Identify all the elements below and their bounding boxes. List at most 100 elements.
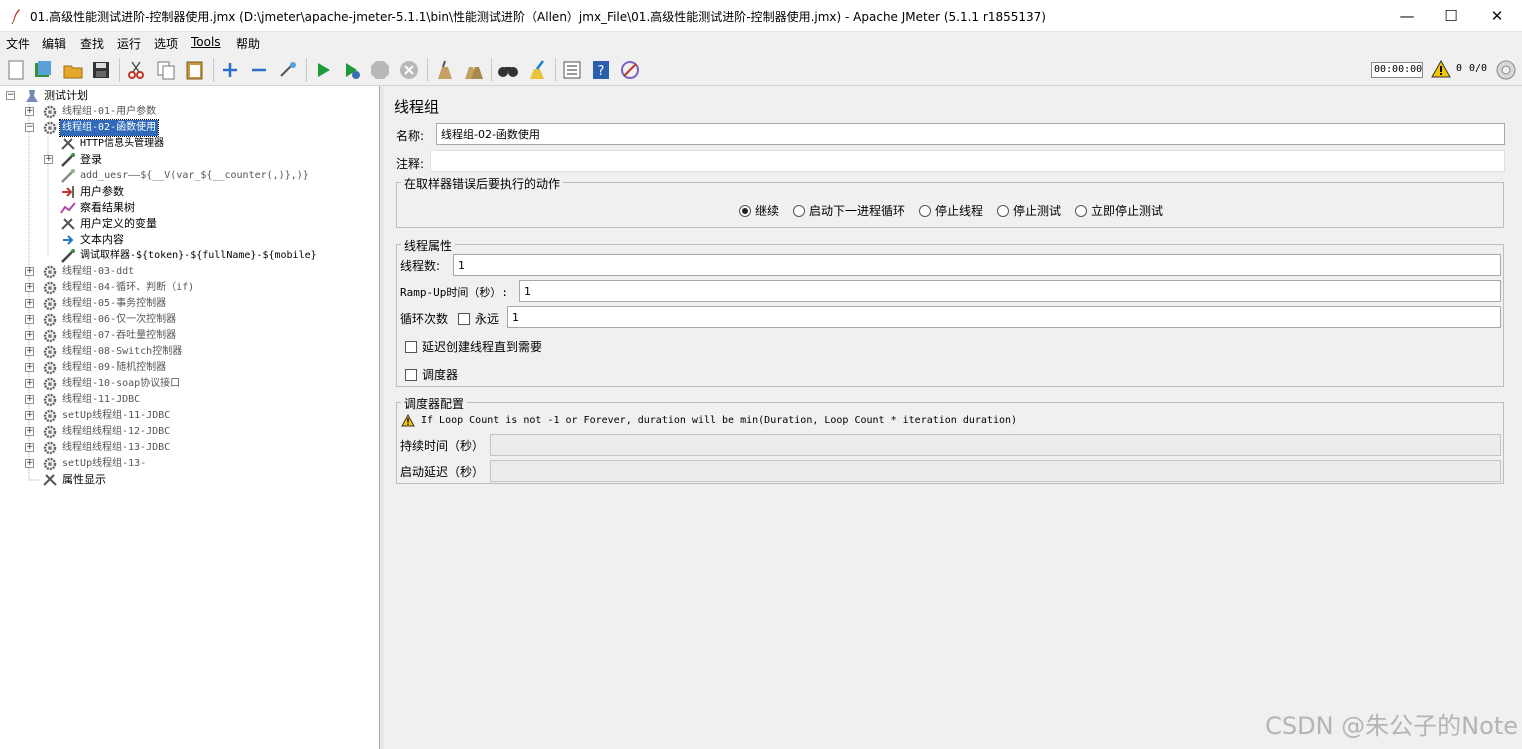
child-expand-toggle[interactable]: + — [44, 155, 53, 164]
clear-icon[interactable] — [433, 59, 455, 81]
menu-file[interactable]: 文件 — [6, 35, 30, 52]
open-icon[interactable] — [62, 59, 84, 81]
gear-icon — [43, 313, 57, 327]
group-expand-toggle[interactable]: + — [25, 443, 34, 452]
root-collapse-toggle[interactable]: − — [6, 91, 15, 100]
thread-group-panel: 线程组 名称: 注释: 在取样器错误后要执行的动作 继续 启动下一进程循环 停止… — [384, 86, 1522, 749]
save-icon[interactable] — [90, 59, 112, 81]
group-collapse-toggle[interactable]: − — [25, 123, 34, 132]
menu-help[interactable]: 帮助 — [236, 35, 260, 52]
menu-run[interactable]: 运行 — [117, 35, 141, 52]
scheduler-checkbox[interactable]: 调度器 — [405, 366, 458, 383]
gear-icon — [43, 425, 57, 439]
radio-continue[interactable]: 继续 — [739, 202, 779, 219]
name-label: 名称: — [396, 129, 425, 143]
forever-checkbox[interactable]: 永远 — [458, 310, 499, 327]
stop-icon[interactable] — [369, 59, 391, 81]
gear-icon — [43, 409, 57, 423]
paste-icon[interactable] — [184, 59, 206, 81]
group-expand-toggle[interactable]: + — [25, 379, 34, 388]
status-indicator-icon — [1496, 60, 1516, 80]
group-expand-toggle[interactable]: + — [25, 315, 34, 324]
group-expand-toggle[interactable]: + — [25, 107, 34, 116]
group-expand-toggle[interactable]: + — [25, 347, 34, 356]
name-input[interactable] — [436, 123, 1505, 145]
loop-count-input[interactable] — [507, 306, 1501, 328]
reset-search-icon[interactable] — [526, 59, 548, 81]
radio-start-next-loop[interactable]: 启动下一进程循环 — [793, 202, 905, 219]
toolbar: ? 00:00:00 0 0/0 — [0, 54, 1522, 86]
help-icon[interactable]: ? — [590, 59, 612, 81]
group-expand-toggle[interactable]: + — [25, 395, 34, 404]
search-icon[interactable] — [497, 59, 519, 81]
toolbar-separator — [555, 58, 556, 82]
close-button[interactable]: ✕ — [1474, 0, 1520, 32]
new-icon[interactable] — [5, 59, 27, 81]
group-expand-toggle[interactable]: + — [25, 331, 34, 340]
function-helper-icon[interactable] — [561, 59, 583, 81]
copy-icon[interactable] — [155, 59, 177, 81]
comment-input[interactable] — [430, 150, 1505, 172]
radio-stop-test[interactable]: 停止测试 — [997, 202, 1061, 219]
toggle-icon[interactable] — [277, 59, 299, 81]
cut-icon[interactable] — [125, 59, 147, 81]
group-expand-toggle[interactable]: + — [25, 427, 34, 436]
radio-stop-thread[interactable]: 停止线程 — [919, 202, 983, 219]
radio-stop-test-now[interactable]: 立即停止测试 — [1075, 202, 1163, 219]
checkbox-box — [458, 313, 470, 325]
svg-text:?: ? — [598, 64, 605, 79]
delay-thread-creation-checkbox[interactable]: 延迟创建线程直到需要 — [405, 338, 542, 355]
gear-icon — [43, 281, 57, 295]
gear-icon — [43, 265, 57, 279]
comment-label: 注释: — [396, 157, 425, 171]
startup-delay-input[interactable] — [490, 460, 1501, 482]
menu-search[interactable]: 查找 — [80, 35, 104, 52]
preprocessor-icon — [62, 186, 74, 198]
duration-input[interactable] — [490, 434, 1501, 456]
radio-dot — [793, 205, 805, 217]
scheduler-config-group-title: 调度器配置 — [401, 395, 468, 412]
menu-edit[interactable]: 编辑 — [42, 35, 66, 52]
group-expand-toggle[interactable]: + — [25, 363, 34, 372]
toolbar-separator — [427, 58, 428, 82]
radio-dot — [919, 205, 931, 217]
loop-count-label: 循环次数 — [400, 312, 449, 326]
sampler-pipette-icon — [61, 153, 75, 167]
group-expand-toggle[interactable]: + — [25, 283, 34, 292]
warning-icon — [401, 414, 415, 427]
active-threads-count: 0/0 — [1469, 63, 1488, 74]
group-expand-toggle[interactable]: + — [25, 411, 34, 420]
expand-icon[interactable] — [219, 59, 241, 81]
clear-all-icon[interactable] — [462, 59, 484, 81]
menu-tools[interactable]: Tools — [191, 35, 221, 49]
watermark: CSDN @朱公子的Note — [1265, 712, 1518, 740]
group-expand-toggle[interactable]: + — [25, 267, 34, 276]
thread-properties-group-title: 线程属性 — [401, 237, 456, 254]
gear-icon — [43, 457, 57, 471]
rampup-input[interactable] — [519, 280, 1501, 302]
remote-icon[interactable] — [619, 59, 641, 81]
threads-input[interactable] — [453, 254, 1501, 276]
gear-icon — [43, 297, 57, 311]
minimize-button[interactable]: — — [1384, 0, 1430, 32]
gear-icon — [43, 361, 57, 375]
window-title: 01.高级性能测试进阶-控制器使用.jmx (D:\jmeter\apache-… — [30, 10, 1046, 24]
toolbar-separator — [213, 58, 214, 82]
shutdown-icon[interactable] — [398, 59, 420, 81]
collapse-icon[interactable] — [248, 59, 270, 81]
sampler-pipette-icon — [61, 169, 75, 183]
test-plan-icon — [26, 90, 38, 102]
page-title: 线程组 — [394, 98, 440, 116]
start-icon[interactable] — [312, 59, 334, 81]
group-expand-toggle[interactable]: + — [25, 299, 34, 308]
menu-options[interactable]: 选项 — [154, 35, 178, 52]
gear-icon — [43, 345, 57, 359]
toolbar-separator — [119, 58, 120, 82]
threads-label: 线程数: — [400, 259, 441, 273]
start-no-pauses-icon[interactable] — [341, 59, 363, 81]
warning-icon[interactable] — [1431, 60, 1451, 78]
maximize-button[interactable]: ☐ — [1428, 0, 1474, 32]
toolbar-separator — [306, 58, 307, 82]
templates-icon[interactable] — [32, 59, 54, 81]
group-expand-toggle[interactable]: + — [25, 459, 34, 468]
